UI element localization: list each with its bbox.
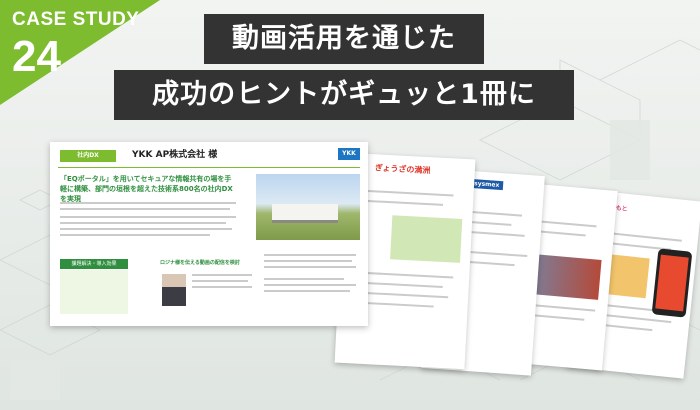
doc-text-line (264, 266, 356, 268)
gyoza-logo: ぎょうざの満洲 (374, 163, 431, 176)
company-name: YKK AP株式会社 様 (132, 150, 218, 160)
badge-label: CASE STUDY (12, 9, 140, 30)
doc-text-line (264, 260, 352, 262)
case-study-banner: BSよしもと 70 sysmex ぎょうざの満洲 社内DX YKK AP株 (0, 0, 700, 410)
doc-text-line (192, 274, 252, 276)
interviewee-photo (162, 274, 186, 306)
doc-text-line (60, 222, 226, 224)
summary-box (60, 270, 128, 314)
quote-title: ロジナ様を伝える動画の配信を検討 (160, 260, 240, 266)
ykk-ap-logo: YKK AP (338, 148, 360, 169)
doc-photo (390, 215, 463, 263)
doc-text-line (353, 189, 454, 197)
doc-text-line (192, 286, 252, 288)
phone-screen (655, 254, 689, 312)
doc-text-line (60, 216, 236, 218)
doc-text-line (60, 234, 210, 236)
headline-line-2: 成功のヒントがギュッと1冊に (114, 70, 574, 120)
doc-text-line (264, 278, 344, 280)
badge-number: 24 (12, 32, 61, 81)
headline-line-1: 動画活用を通じた (204, 14, 484, 64)
divider (58, 167, 360, 168)
case-document-ykk-ap: 社内DX YKK AP株式会社 様 YKK AP 「EQポータル」を用いてセキュ… (50, 142, 368, 326)
doc-text-line (60, 228, 232, 230)
doc-text-line (60, 202, 236, 204)
doc-text-line (264, 254, 356, 256)
sysmex-logo: sysmex (469, 178, 504, 191)
building-shape (272, 204, 338, 223)
doc-text-line (60, 208, 230, 210)
doc-text-line (192, 280, 248, 282)
doc-text-line (264, 284, 356, 286)
doc-text-line (264, 290, 350, 292)
category-tag: 社内DX (60, 150, 116, 162)
smartphone-image (651, 248, 693, 318)
doc-headline: 「EQポータル」を用いてセキュアな情報共有の場を手軽に構築、部門の垣根を超えた技… (60, 175, 233, 203)
summary-box-title: 課題解決・導入効果 (60, 259, 128, 269)
